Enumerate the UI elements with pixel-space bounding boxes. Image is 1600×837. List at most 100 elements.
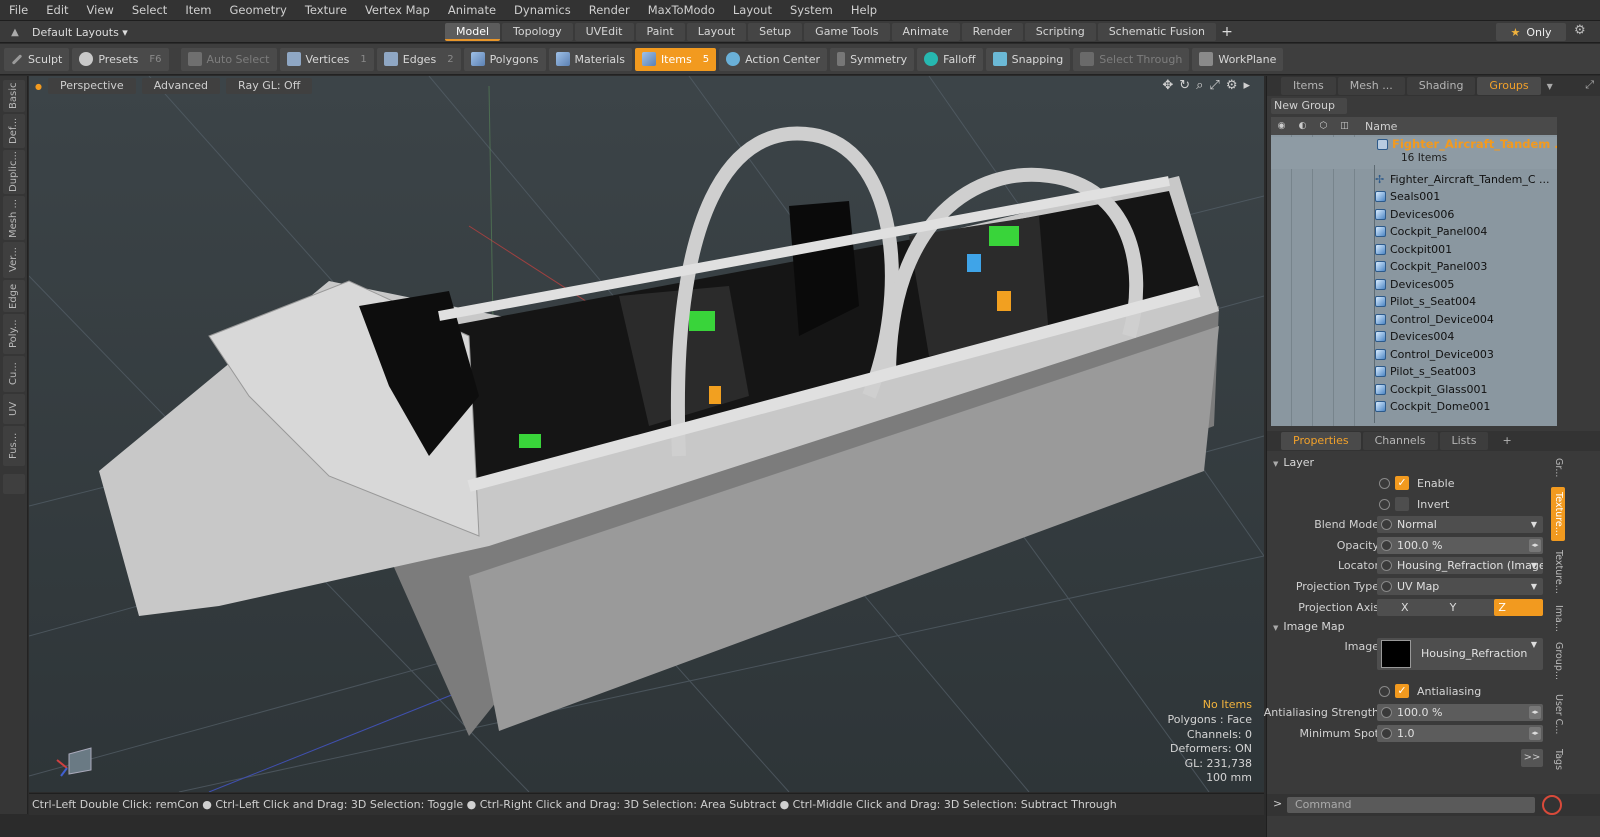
panel-expand-icon[interactable]: ⤢	[1585, 78, 1594, 92]
side-tab-group-2[interactable]: Group...	[1551, 639, 1565, 683]
menu-help[interactable]: Help	[842, 0, 886, 21]
list-item[interactable]: Devices006	[1375, 206, 1454, 223]
left-tab-fusion[interactable]: Fus...	[3, 426, 25, 466]
workplane-button[interactable]: WorkPlane	[1192, 47, 1284, 71]
tab-lists[interactable]: Lists	[1439, 432, 1489, 450]
sculpt-button[interactable]: Sculpt	[4, 47, 70, 71]
list-item[interactable]: Cockpit_Glass001	[1375, 381, 1487, 398]
menu-vertex-map[interactable]: Vertex Map	[356, 0, 439, 21]
list-item[interactable]: Cockpit_Panel003	[1375, 258, 1487, 275]
list-item[interactable]: ✢ Fighter_Aircraft_Tandem_C ...	[1375, 171, 1550, 188]
add-tab-button[interactable]: +	[1218, 23, 1236, 41]
menu-file[interactable]: File	[0, 0, 37, 21]
locator-select[interactable]: Housing_Refraction (Image) ▼	[1377, 557, 1543, 574]
tab-groups[interactable]: Groups	[1477, 77, 1541, 95]
menu-geometry[interactable]: Geometry	[221, 0, 296, 21]
stepper-icon[interactable]: ◂▸	[1529, 539, 1541, 552]
scene-render[interactable]	[29, 76, 1264, 792]
left-tab-edge[interactable]: Edge	[3, 280, 25, 312]
tab-setup[interactable]: Setup	[748, 23, 803, 41]
stepper-icon[interactable]: ◂▸	[1529, 727, 1541, 740]
tab-dropdown-icon[interactable]: ▼	[1547, 82, 1553, 91]
cockpit-model[interactable]	[99, 126, 1219, 736]
list-item[interactable]: Pilot_s_Seat004	[1375, 293, 1476, 310]
menu-item[interactable]: Item	[176, 0, 220, 21]
tab-topology[interactable]: Topology	[502, 23, 573, 41]
move-view-icon[interactable]: ✥	[1162, 78, 1173, 93]
record-icon[interactable]	[1542, 795, 1562, 815]
symmetry-button[interactable]: Symmetry	[830, 47, 915, 71]
menu-maxtomodo[interactable]: MaxToModo	[639, 0, 724, 21]
select-icon[interactable]: ◫	[1334, 121, 1355, 131]
edges-button[interactable]: Edges 2	[376, 47, 461, 71]
snapping-button[interactable]: Snapping	[985, 47, 1071, 71]
groups-scrollbar[interactable]	[1558, 117, 1564, 426]
add-prop-tab-button[interactable]: +	[1490, 432, 1523, 450]
tab-uvedit[interactable]: UVEdit	[574, 23, 634, 41]
blend-mode-select[interactable]: Normal ▼	[1377, 516, 1543, 533]
invert-checkbox[interactable]	[1395, 497, 1409, 511]
pin-icon[interactable]: ▲	[4, 27, 26, 38]
tab-shading[interactable]: Shading	[1406, 77, 1476, 95]
render-icon[interactable]: ◐	[1292, 121, 1313, 131]
menu-system[interactable]: System	[781, 0, 842, 21]
list-item[interactable]: Pilot_s_Seat003	[1375, 363, 1476, 380]
side-tab-texture-2[interactable]: Texture...	[1551, 545, 1565, 599]
select-through-button[interactable]: Select Through	[1073, 47, 1190, 71]
groups-list[interactable]: ◉ ◐ ⬡ ◫ Name Fighter_Aircraft_Tandem ...…	[1271, 117, 1557, 426]
viewport-gear-icon[interactable]: ⚙	[1226, 78, 1238, 93]
vertices-button[interactable]: Vertices 1	[279, 47, 374, 71]
more-button[interactable]: >>	[1521, 749, 1543, 767]
list-item[interactable]: Cockpit_Dome001	[1375, 398, 1490, 415]
tab-schematic-fusion[interactable]: Schematic Fusion	[1097, 23, 1217, 41]
action-center-button[interactable]: Action Center	[719, 47, 828, 71]
layer-section[interactable]: Layer	[1273, 456, 1314, 469]
raygl-button[interactable]: Ray GL: Off	[226, 78, 313, 94]
side-tab-tags[interactable]: Tags	[1551, 745, 1565, 775]
side-tab-image[interactable]: Ima...	[1551, 603, 1565, 633]
list-item[interactable]: Control_Device004	[1375, 311, 1494, 328]
left-tab-deform[interactable]: Def...	[3, 114, 25, 148]
tab-animate[interactable]: Animate	[891, 23, 960, 41]
group-row[interactable]: Fighter_Aircraft_Tandem ... 16 Items	[1271, 137, 1557, 169]
left-tab-mesh[interactable]: Mesh ...	[3, 196, 25, 240]
tab-items[interactable]: Items	[1281, 77, 1336, 95]
image-map-section[interactable]: Image Map	[1273, 620, 1344, 633]
menu-animate[interactable]: Animate	[439, 0, 505, 21]
menu-texture[interactable]: Texture	[296, 0, 356, 21]
viewport-expand-icon[interactable]: ▸	[1243, 78, 1250, 93]
viewport-menu-dot-icon[interactable]: ●	[35, 82, 42, 91]
tab-properties[interactable]: Properties	[1281, 432, 1361, 450]
gear-icon[interactable]: ⚙	[1574, 23, 1586, 38]
layout-selector[interactable]: ▲ Default Layouts ▾	[4, 23, 128, 41]
auto-select-button[interactable]: Auto Select	[180, 47, 277, 71]
side-tab-texture-1[interactable]: Texture...	[1551, 487, 1565, 541]
list-item[interactable]: Control_Device003	[1375, 346, 1494, 363]
antialiasing-checkbox[interactable]: ✓	[1395, 684, 1409, 698]
rotate-view-icon[interactable]: ↻	[1179, 78, 1190, 93]
menu-view[interactable]: View	[78, 0, 123, 21]
stepper-icon[interactable]: ◂▸	[1529, 706, 1541, 719]
aa-strength-field[interactable]: 100.0 % ◂▸	[1377, 704, 1543, 721]
left-tab-basic[interactable]: Basic	[3, 80, 25, 112]
name-column-header[interactable]: Name	[1355, 120, 1397, 133]
menu-layout[interactable]: Layout	[724, 0, 781, 21]
menu-render[interactable]: Render	[580, 0, 639, 21]
3d-viewport[interactable]: ● Perspective Advanced Ray GL: Off ✥ ↻ ⌕…	[29, 76, 1264, 792]
min-spot-field[interactable]: 1.0 ◂▸	[1377, 725, 1543, 742]
perspective-button[interactable]: Perspective	[47, 78, 136, 94]
left-tab-toggle[interactable]	[3, 474, 25, 494]
tab-scripting[interactable]: Scripting	[1024, 23, 1096, 41]
polygons-button[interactable]: Polygons	[463, 47, 546, 71]
list-item[interactable]: Devices004	[1375, 328, 1454, 345]
axis-y-button[interactable]: Y	[1446, 599, 1495, 616]
opacity-field[interactable]: 100.0 % ◂▸	[1377, 537, 1543, 554]
axis-z-button[interactable]: Z	[1494, 599, 1544, 616]
eye-icon[interactable]: ◉	[1271, 121, 1292, 131]
items-button[interactable]: Items 5	[634, 47, 717, 71]
new-group-button[interactable]: New Group	[1271, 98, 1347, 114]
list-item[interactable]: Cockpit_Panel004	[1375, 223, 1487, 240]
menu-dynamics[interactable]: Dynamics	[505, 0, 580, 21]
presets-button[interactable]: Presets F6	[72, 47, 169, 71]
zoom-view-icon[interactable]: ⌕	[1196, 78, 1203, 93]
